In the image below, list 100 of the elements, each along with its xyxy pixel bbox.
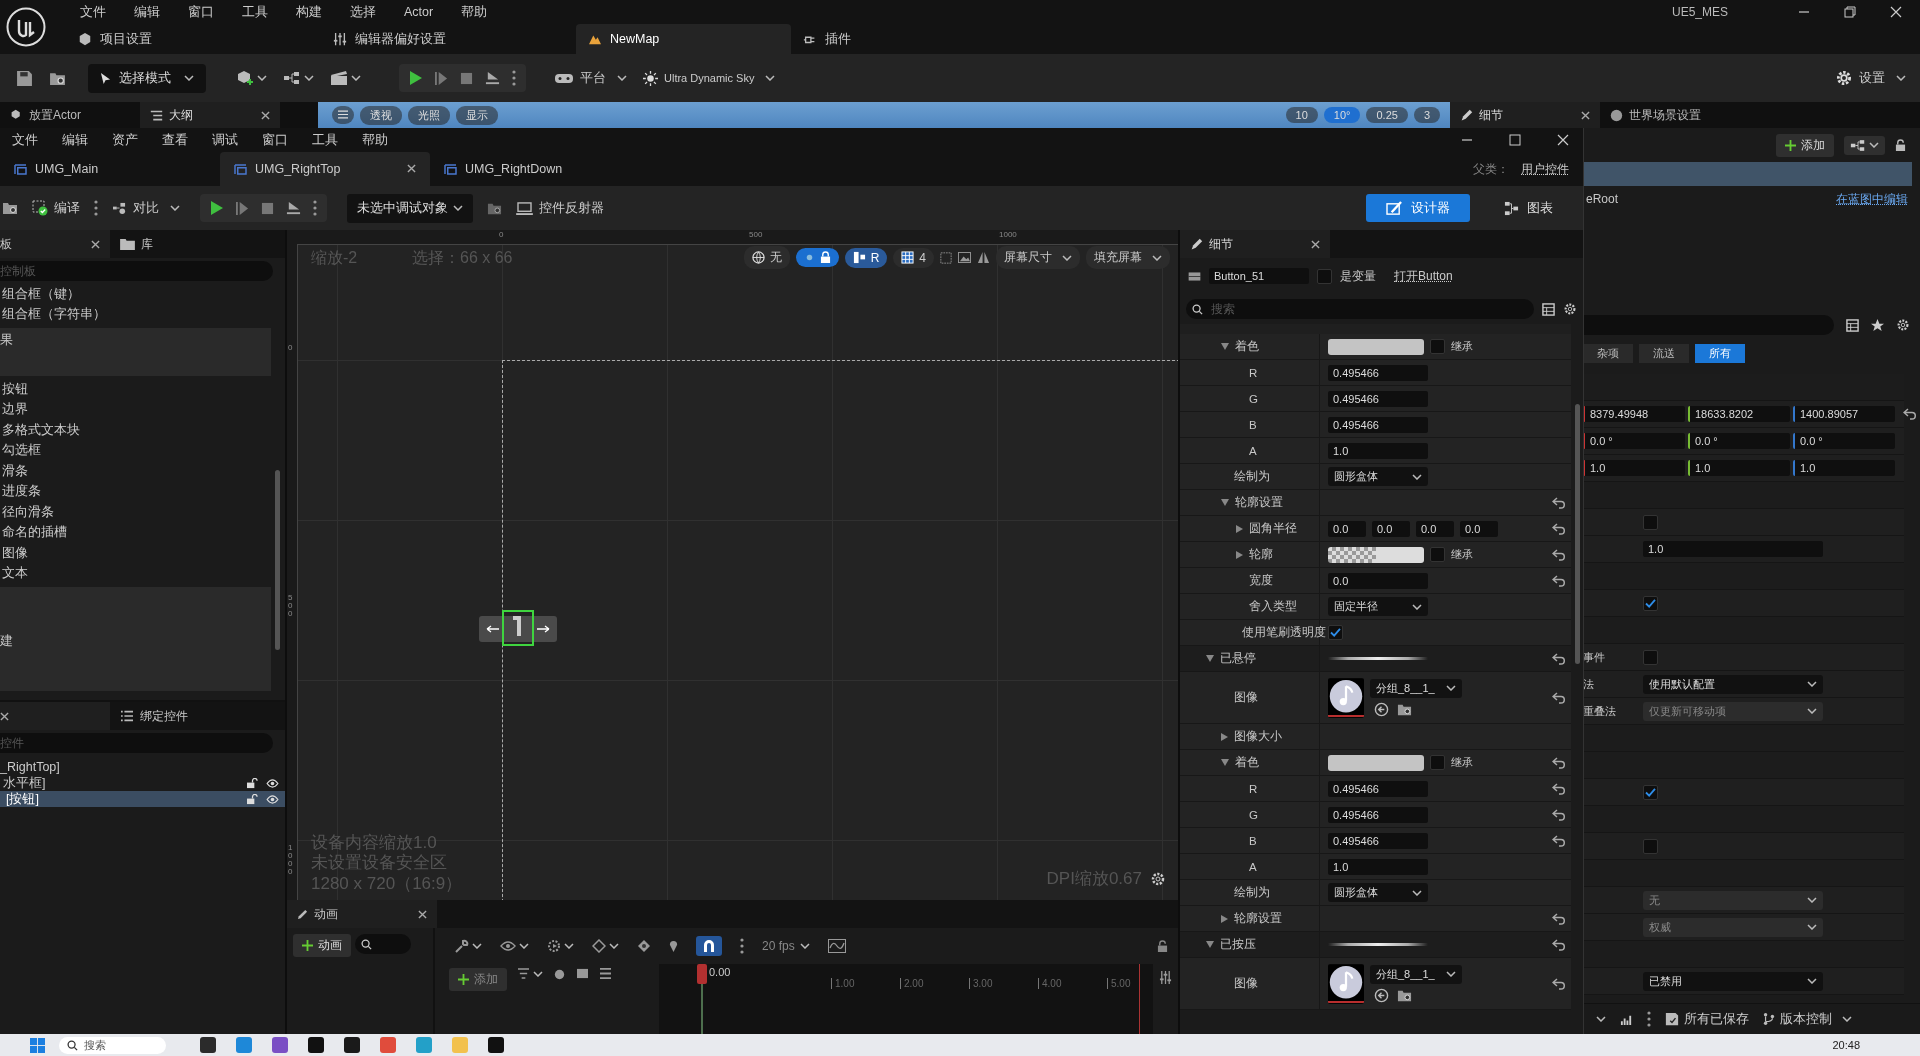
reset-arrow-icon[interactable] — [1552, 756, 1566, 769]
respect-locks-toggle[interactable] — [795, 248, 839, 267]
palette-item[interactable]: 按钮 — [0, 379, 271, 400]
scrollbar[interactable] — [1575, 404, 1580, 664]
close-icon[interactable] — [407, 164, 416, 173]
stop-icon[interactable] — [261, 201, 274, 215]
snap-toggle[interactable]: R — [844, 247, 888, 268]
palette-item[interactable]: 图像 — [0, 543, 271, 564]
menu-item[interactable]: 调试 — [200, 131, 250, 149]
more-options-icon[interactable] — [313, 200, 317, 216]
palette-item[interactable]: 命名的插槽 — [0, 522, 271, 543]
palette-tab[interactable]: 板 — [0, 230, 110, 258]
search-field[interactable] — [355, 934, 411, 954]
fill-screen-dropdown[interactable]: 填充屏幕 — [1086, 246, 1170, 269]
palette-item[interactable]: 组合框（键） — [0, 284, 271, 305]
component-name[interactable]: eRoot — [1586, 192, 1619, 206]
reset-arrow-icon[interactable] — [1552, 522, 1566, 535]
close-icon[interactable] — [0, 711, 9, 721]
edit-in-blueprint-link[interactable]: 在蓝图中编辑 — [1836, 190, 1908, 208]
hierarchy-item[interactable]: 水平框] — [0, 775, 285, 791]
menu-item[interactable]: 窗口 — [250, 131, 300, 149]
snap-magnet-toggle[interactable] — [696, 936, 722, 956]
palette-item[interactable]: 文本 — [0, 563, 271, 584]
reset-arrow-icon[interactable] — [1552, 808, 1566, 821]
filter-tab[interactable]: 流送 — [1639, 343, 1689, 363]
menu-item[interactable]: 文件 — [0, 131, 50, 149]
checkbox[interactable] — [1328, 625, 1343, 640]
value-field[interactable]: 0.0 — [1372, 520, 1410, 537]
vector-field[interactable]: 0.0 ° — [1793, 433, 1895, 449]
document-tab[interactable]: UMG_RightTop — [220, 152, 430, 186]
track-options-icon[interactable] — [553, 968, 566, 981]
value-field[interactable]: 1.0 — [1328, 858, 1428, 875]
music-note-thumbnail[interactable] — [1328, 963, 1364, 1004]
checkbox[interactable] — [1430, 547, 1445, 562]
table-view-icon[interactable] — [1846, 318, 1859, 332]
scrollbar[interactable] — [275, 470, 280, 650]
dropdown[interactable]: 圆形盒体 — [1328, 467, 1428, 486]
reset-arrow-icon[interactable] — [1552, 691, 1566, 704]
editor-tab[interactable]: 插件 — [791, 24, 1046, 54]
vector-field[interactable]: 1.0 — [1688, 460, 1790, 476]
value-field[interactable]: 0.495466 — [1328, 390, 1428, 407]
dropdown[interactable]: 使用默认配置 — [1643, 674, 1823, 694]
widget-reflector-button[interactable]: 控件反射器 — [516, 199, 604, 217]
snap-toggle[interactable]: 3 — [1413, 107, 1440, 123]
editor-tab[interactable]: 编辑器偏好设置 — [321, 24, 576, 54]
menu-item[interactable]: 编辑 — [120, 3, 174, 21]
value-field[interactable]: 0.0 — [1328, 520, 1366, 537]
music-note-thumbnail[interactable] — [1328, 677, 1364, 718]
viewport-mode-button[interactable]: 显示 — [456, 105, 498, 125]
palette-item[interactable]: 径向滑条 — [0, 502, 271, 523]
platforms-dropdown[interactable]: 平台 — [554, 69, 627, 87]
reset-arrow-icon[interactable] — [1552, 912, 1566, 925]
more-options-icon[interactable] — [1647, 1011, 1651, 1027]
editor-mode-tab[interactable]: 图表 — [1484, 194, 1573, 222]
playback-options-dropdown[interactable] — [547, 939, 574, 953]
open-button-link[interactable]: 打开Button — [1394, 267, 1453, 285]
editor-mode-tab[interactable]: 设计器 — [1366, 194, 1470, 222]
palette-category[interactable]: 建 — [0, 587, 271, 691]
reset-arrow-icon[interactable] — [1552, 574, 1566, 587]
reset-arrow-icon[interactable] — [1552, 782, 1566, 795]
library-tab[interactable]: 库 — [110, 230, 220, 258]
editor-tab[interactable]: NewMap — [576, 24, 791, 54]
marker-pin-icon[interactable] — [669, 939, 678, 953]
blueprint-dropdown[interactable] — [1844, 135, 1885, 155]
mirror-icon[interactable] — [977, 251, 990, 264]
value-field[interactable]: 0.0 — [1460, 520, 1498, 537]
frame-rate-dropdown[interactable]: 20 fps — [762, 939, 810, 953]
taskbar-app-icon[interactable] — [344, 1037, 360, 1053]
expand-arrow-icon[interactable] — [1221, 732, 1228, 741]
grid-snap-toggle[interactable]: 4 — [893, 247, 934, 268]
track-options-icon[interactable] — [576, 968, 589, 979]
taskbar-app-icon[interactable] — [200, 1037, 216, 1053]
list-icon[interactable] — [599, 968, 612, 979]
close-icon[interactable] — [91, 239, 100, 249]
eye-icon[interactable] — [266, 794, 279, 804]
palette-item[interactable]: 组合框（字符串） — [0, 304, 271, 325]
menu-item[interactable]: 资产 — [100, 131, 150, 149]
curve-editor-icon[interactable] — [827, 939, 846, 953]
play-icon[interactable] — [210, 200, 224, 216]
maximize-icon[interactable] — [1509, 134, 1521, 146]
more-options-icon[interactable] — [94, 200, 98, 216]
checkbox[interactable] — [1643, 838, 1658, 854]
snap-toggle[interactable]: 10° — [1323, 107, 1361, 123]
dropdown[interactable]: 固定半径 — [1328, 597, 1428, 616]
expand-arrow-icon[interactable] — [1221, 343, 1229, 350]
more-options-icon[interactable] — [740, 938, 744, 954]
menu-item[interactable]: 查看 — [150, 131, 200, 149]
settings-icon[interactable] — [1563, 302, 1577, 316]
start-logo-icon[interactable] — [30, 1037, 45, 1053]
dropdown[interactable]: 已禁用 — [1643, 971, 1823, 991]
cinematics-button[interactable] — [330, 70, 361, 86]
step-icon[interactable] — [435, 70, 448, 86]
asset-dropdown[interactable]: 分组_8__1_ — [1370, 964, 1462, 984]
viewport-menu-button[interactable] — [332, 106, 354, 124]
eject-icon[interactable] — [286, 200, 301, 216]
reset-arrow-icon[interactable] — [1552, 977, 1566, 990]
reset-arrow-icon[interactable] — [1552, 548, 1566, 561]
image-icon[interactable] — [958, 252, 971, 263]
play-icon[interactable] — [409, 70, 423, 86]
menu-item[interactable]: 选择 — [336, 3, 390, 21]
